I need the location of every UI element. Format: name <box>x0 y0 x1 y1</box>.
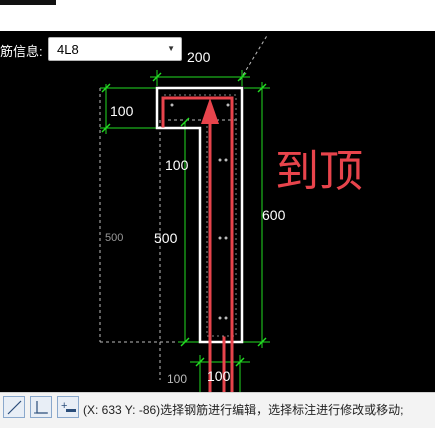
dim-label-main-left[interactable]: 500 <box>154 230 178 246</box>
title-accent-bar <box>0 0 56 5</box>
dim-label-bottom-big[interactable]: 100 <box>207 368 231 384</box>
line-tool-button[interactable] <box>3 396 25 418</box>
annotation-to-top: 到顶 <box>275 147 363 196</box>
rebar-info-value: 4L8 <box>57 42 79 57</box>
dim-label-bottom-small[interactable]: 100 <box>167 372 187 386</box>
section-outline[interactable] <box>155 86 244 344</box>
rebar-l-tool-icon <box>34 401 48 414</box>
rebar-up-arrow-icon <box>201 98 219 124</box>
add-minus-tool-icon: + <box>61 400 76 412</box>
dim-label-right-total[interactable]: 600 <box>262 207 286 223</box>
rebar-info-label: 筋信息: <box>0 44 43 59</box>
top-strip <box>0 0 435 31</box>
rebar-info-select[interactable]: 4L8 ▼ <box>48 37 182 61</box>
status-bar: + (X: 633 Y: -86)选择钢筋进行编辑，选择标注进行修改或移动; <box>0 392 435 428</box>
rebar-l-tool-button[interactable] <box>30 396 52 418</box>
dashed-diagonal <box>239 33 269 81</box>
add-minus-tool-button[interactable]: + <box>57 396 79 418</box>
dim-label-top-width[interactable]: 200 <box>187 49 211 65</box>
dim-label-mid-left[interactable]: 100 <box>165 157 189 173</box>
dimension-labels: 200 100 100 500 500 600 100 100 <box>105 49 286 386</box>
dim-label-left-dashed[interactable]: 500 <box>105 232 123 244</box>
rebar-drawing: 200 100 100 500 500 600 100 100 到顶 <box>99 33 363 392</box>
line-tool-icon <box>7 400 22 415</box>
chevron-down-icon: ▼ <box>167 44 175 53</box>
dim-label-left-height[interactable]: 100 <box>110 103 134 119</box>
drawing-canvas[interactable]: 200 100 100 500 500 600 100 100 到顶 <box>0 31 435 392</box>
status-message: (X: 633 Y: -86)选择钢筋进行编辑，选择标注进行修改或移动; <box>83 403 404 417</box>
